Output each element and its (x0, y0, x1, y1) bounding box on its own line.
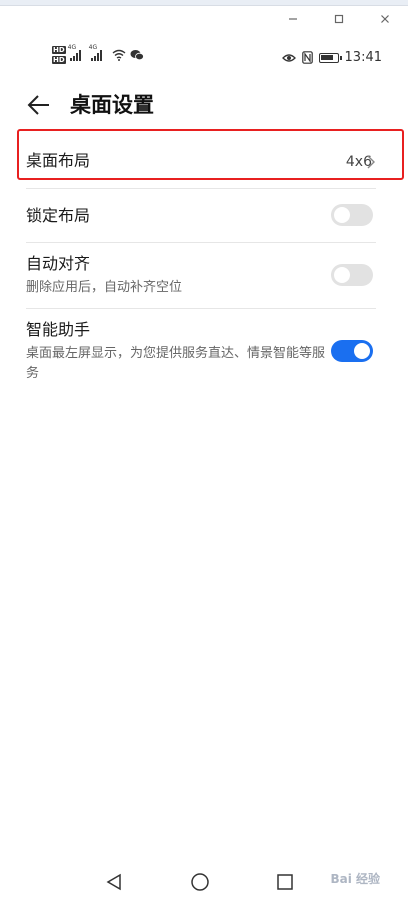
setting-title: 锁定布局 (26, 206, 91, 225)
cell-signal-icon: 4G (68, 44, 81, 61)
wechat-icon (130, 50, 144, 61)
hd-badge: HD (52, 56, 66, 64)
close-window-button[interactable] (362, 6, 408, 32)
setting-smart-assistant: 智能助手 桌面最左屏显示，为您提供服务直达、情景智能等服务 (26, 319, 326, 384)
maximize-icon (334, 14, 344, 24)
battery-icon (318, 52, 342, 63)
nav-back-button[interactable] (102, 870, 126, 894)
window-controls (270, 6, 408, 32)
auto-align-toggle[interactable] (331, 264, 373, 286)
setting-title: 自动对齐 (26, 254, 91, 273)
cell-signal-icon: 4G (89, 44, 102, 61)
smart-assistant-toggle[interactable] (331, 340, 373, 362)
hd-badges: HD HD (52, 46, 66, 64)
eye-comfort-icon (281, 53, 296, 62)
watermark: Bai 经验 (330, 872, 380, 886)
setting-title: 智能助手 (26, 320, 91, 339)
network-type-label: 4G (67, 44, 77, 51)
maximize-button[interactable] (316, 6, 362, 32)
lock-layout-toggle[interactable] (331, 204, 373, 226)
highlight-box (17, 129, 404, 180)
nfc-icon (301, 51, 313, 64)
app-header: 桌面设置 (0, 86, 408, 126)
setting-auto-align: 自动对齐 删除应用后，自动补齐空位 (26, 253, 372, 298)
back-button[interactable] (24, 90, 54, 120)
triangle-back-icon (106, 873, 121, 891)
status-right: 13:41 (281, 50, 382, 65)
nav-recents-button[interactable] (273, 870, 297, 894)
circle-home-icon (191, 873, 209, 891)
status-time: 13:41 (344, 50, 382, 65)
nav-home-button[interactable] (188, 870, 212, 894)
network-type-label: 4G (88, 44, 98, 51)
minimize-button[interactable] (270, 6, 316, 32)
divider (26, 308, 376, 309)
setting-description: 桌面最左屏显示，为您提供服务直达、情景智能等服务 (26, 346, 326, 381)
status-bar: HD HD 4G 4G 13:41 (0, 40, 408, 76)
page-title: 桌面设置 (70, 93, 154, 117)
back-arrow-icon (27, 95, 49, 115)
divider (26, 242, 376, 243)
minimize-icon (289, 18, 297, 20)
setting-lock-layout: 锁定布局 (26, 205, 372, 227)
wifi-icon (112, 49, 126, 61)
close-icon (381, 15, 389, 23)
setting-description: 删除应用后，自动补齐空位 (26, 280, 183, 295)
status-left: HD HD 4G 4G (52, 44, 144, 64)
hd-badge: HD (52, 46, 66, 54)
square-recents-icon (277, 874, 293, 890)
divider (26, 188, 376, 189)
